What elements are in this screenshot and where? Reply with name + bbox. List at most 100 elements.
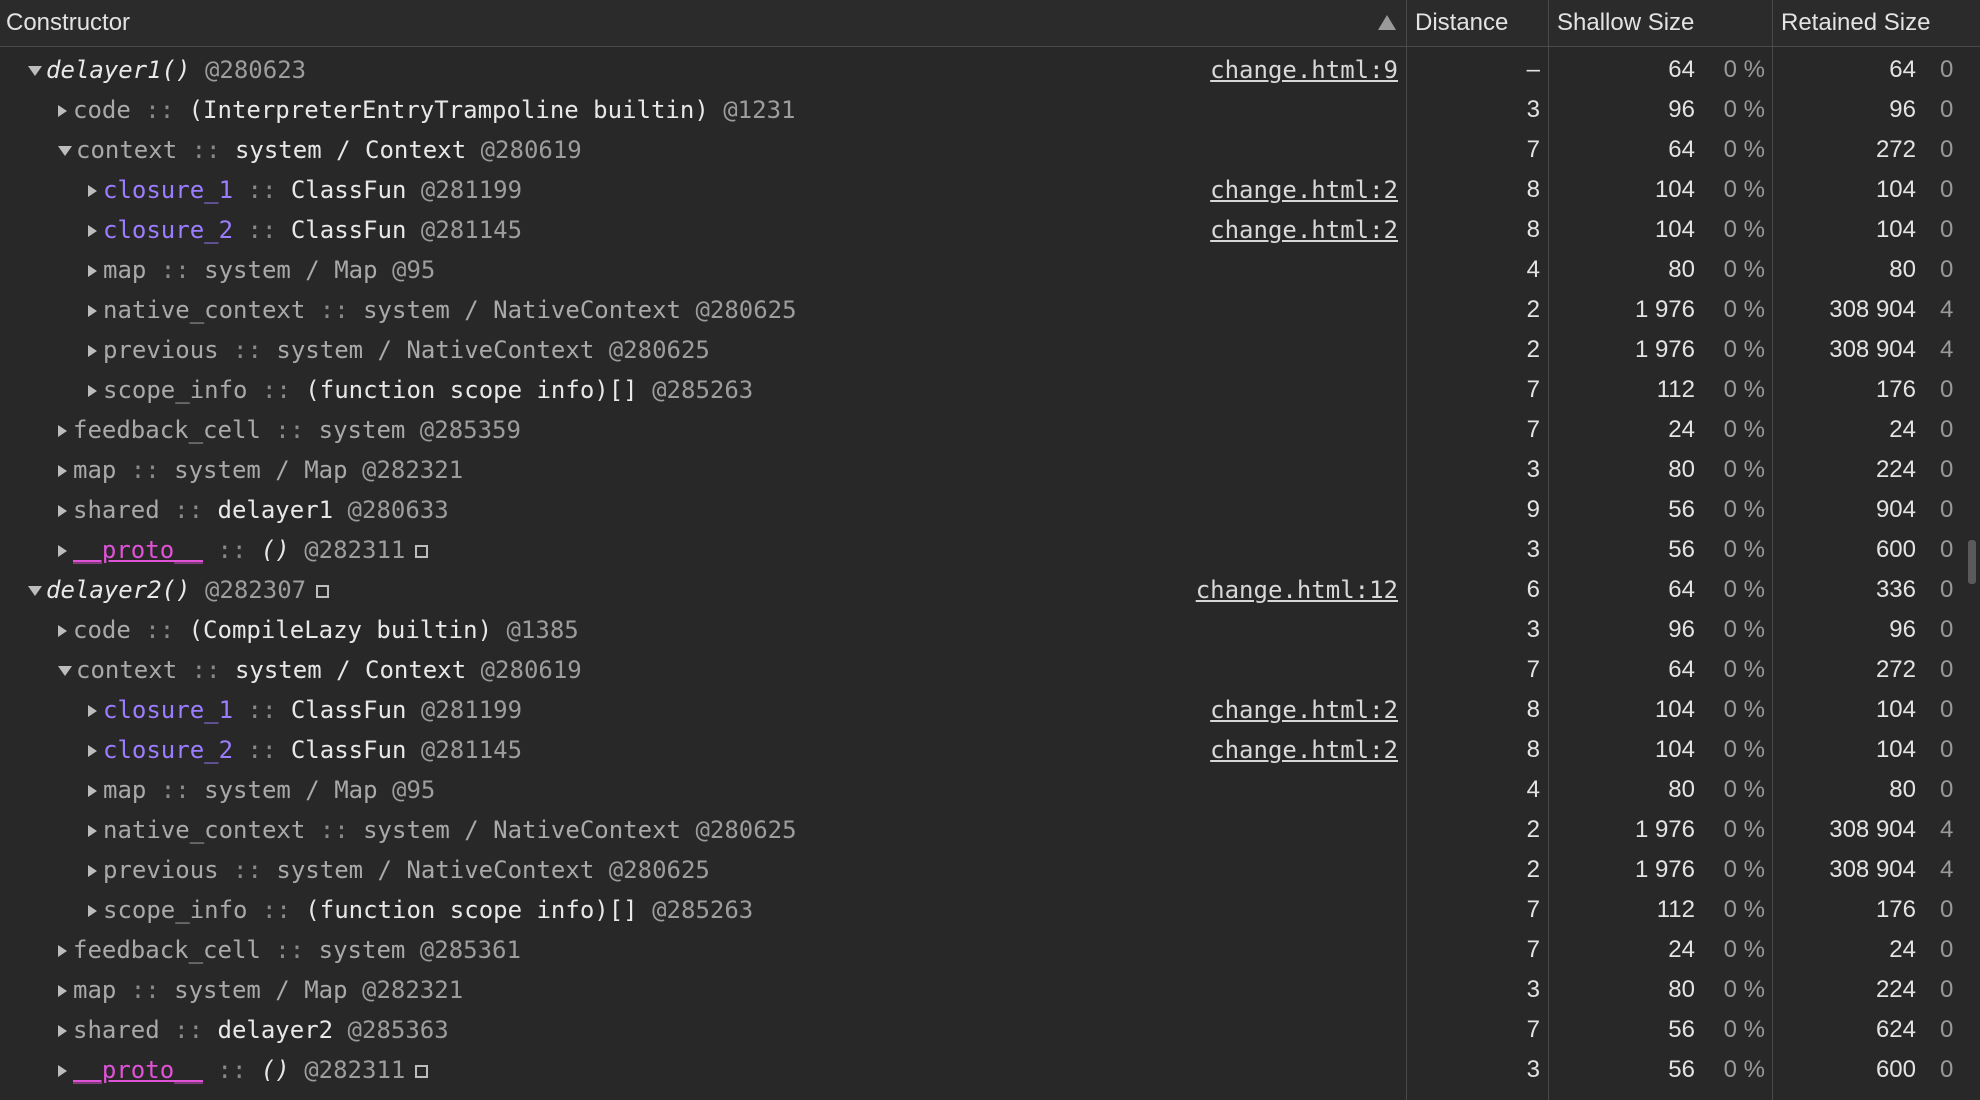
collapsed-triangle-icon[interactable] <box>58 465 67 477</box>
column-header-shallow-size[interactable]: Shallow Size <box>1549 0 1772 46</box>
table-row[interactable]: scope_info :: (function scope info)[] @2… <box>0 370 1980 410</box>
table-row[interactable]: shared :: delayer1 @280633 9 56 0 % 904 0 <box>0 490 1980 530</box>
collapsed-triangle-icon[interactable] <box>88 705 97 717</box>
collapsed-triangle-icon[interactable] <box>58 425 67 437</box>
table-row[interactable]: map :: system / Map @95 4 80 0 % 80 0 <box>0 250 1980 290</box>
collapsed-triangle-icon[interactable] <box>88 785 97 797</box>
table-row[interactable]: map :: system / Map @282321 3 80 0 % 224 0 <box>0 970 1980 1010</box>
column-header-retained-size-label: Retained Size <box>1781 9 1931 36</box>
table-row[interactable]: closure_1 :: ClassFun @281199 change.html… <box>0 170 1980 210</box>
collapsed-triangle-icon[interactable] <box>58 985 67 997</box>
scrollbar-thumb[interactable] <box>1968 540 1976 584</box>
object-id: @282321 <box>362 976 464 1004</box>
collapsed-triangle-icon[interactable] <box>58 1065 67 1077</box>
table-row[interactable]: closure_1 :: ClassFun @281199 change.html… <box>0 690 1980 730</box>
table-row[interactable]: map :: system / Map @282321 3 80 0 % 224 0 <box>0 450 1980 490</box>
edge-separator: :: <box>218 856 277 884</box>
constructor-cell: code :: (InterpreterEntryTrampoline buil… <box>0 90 1400 130</box>
object-id: @285263 <box>652 896 754 924</box>
table-row[interactable]: context :: system / Context @280619 7 64 0 … <box>0 650 1980 690</box>
collapsed-triangle-icon[interactable] <box>88 225 97 237</box>
collapsed-triangle-icon[interactable] <box>88 385 97 397</box>
collapsed-triangle-icon[interactable] <box>88 905 97 917</box>
distance-cell: 7 <box>1526 416 1540 443</box>
table-row[interactable]: feedback_cell :: system @285359 7 24 0 % 24 0 <box>0 410 1980 450</box>
source-location-link[interactable]: change.html:12 <box>1196 570 1398 610</box>
sort-ascending-icon[interactable] <box>1378 15 1396 30</box>
column-header-distance[interactable]: Distance <box>1407 0 1548 46</box>
distance-cell: 7 <box>1526 656 1540 683</box>
collapsed-triangle-icon[interactable] <box>88 865 97 877</box>
node-name[interactable]: __proto__ <box>73 536 203 564</box>
column-header-retained-size[interactable]: Retained Size <box>1773 0 1980 46</box>
source-location-link[interactable]: change.html:2 <box>1210 210 1398 250</box>
table-row[interactable]: closure_2 :: ClassFun @281145 change.html… <box>0 730 1980 770</box>
constructor-cell: map :: system / Map @282321 <box>0 450 1400 490</box>
collapsed-triangle-icon[interactable] <box>88 825 97 837</box>
shallow-size-cell: 80 <box>1668 456 1695 483</box>
distance-cell: 4 <box>1526 256 1540 283</box>
shallow-size-cell: 56 <box>1668 1016 1695 1043</box>
collapsed-triangle-icon[interactable] <box>58 105 67 117</box>
column-header-constructor-label: Constructor <box>6 9 131 36</box>
collapsed-triangle-icon[interactable] <box>58 505 67 517</box>
retained-size-cell: 24 <box>1889 936 1916 963</box>
object-id: @280625 <box>695 296 797 324</box>
collapsed-triangle-icon[interactable] <box>88 345 97 357</box>
node-name[interactable]: closure_2 <box>103 736 233 764</box>
table-row[interactable]: map :: system / Map @95 4 80 0 % 80 0 <box>0 770 1980 810</box>
collapsed-triangle-icon[interactable] <box>58 625 67 637</box>
distance-cell: 3 <box>1526 96 1540 123</box>
node-type: ClassFun <box>290 736 407 764</box>
source-location-link[interactable]: change.html:2 <box>1210 690 1398 730</box>
collapsed-triangle-icon[interactable] <box>58 545 67 557</box>
distance-cell: – <box>1526 56 1540 83</box>
collapsed-triangle-icon[interactable] <box>88 185 97 197</box>
expanded-triangle-icon[interactable] <box>58 146 72 156</box>
shallow-size-percent: 0 % <box>1723 56 1765 83</box>
edge-separator: :: <box>260 416 319 444</box>
table-row[interactable]: previous :: system / NativeContext @2806… <box>0 330 1980 370</box>
table-row[interactable]: scope_info :: (function scope info)[] @2… <box>0 890 1980 930</box>
table-row[interactable]: native_context :: system / NativeContext… <box>0 810 1980 850</box>
table-row[interactable]: feedback_cell :: system @285361 7 24 0 % 24 0 <box>0 930 1980 970</box>
distance-cell: 3 <box>1526 536 1540 563</box>
distance-cell: 7 <box>1526 376 1540 403</box>
object-id: @285363 <box>347 1016 449 1044</box>
retained-size-percent: 0 <box>1940 176 1954 203</box>
node-name[interactable]: closure_1 <box>103 696 233 724</box>
collapsed-triangle-icon[interactable] <box>88 745 97 757</box>
expanded-triangle-icon[interactable] <box>28 66 42 76</box>
table-row[interactable]: context :: system / Context @280619 7 64 0 … <box>0 130 1980 170</box>
source-location-link[interactable]: change.html:2 <box>1210 170 1398 210</box>
retained-size-percent: 0 <box>1940 656 1954 683</box>
node-name[interactable]: __proto__ <box>73 1056 203 1084</box>
table-row[interactable]: delayer2() @282307 change.html:12 6 64 0 % 33… <box>0 570 1980 610</box>
table-row[interactable]: __proto__ :: () @282311 3 56 0 % 600 0 <box>0 530 1980 570</box>
collapsed-triangle-icon[interactable] <box>88 265 97 277</box>
shallow-size-percent: 0 % <box>1723 416 1765 443</box>
table-row[interactable]: __proto__ :: () @282311 3 56 0 % 600 0 <box>0 1050 1980 1090</box>
retained-size-cell: 104 <box>1875 736 1916 763</box>
table-row[interactable]: closure_2 :: ClassFun @281145 change.html… <box>0 210 1980 250</box>
node-name[interactable]: closure_2 <box>103 216 233 244</box>
source-location-link[interactable]: change.html:2 <box>1210 730 1398 770</box>
collapsed-triangle-icon[interactable] <box>88 305 97 317</box>
table-row[interactable]: native_context :: system / NativeContext… <box>0 290 1980 330</box>
table-row[interactable]: previous :: system / NativeContext @2806… <box>0 850 1980 890</box>
column-header-constructor[interactable]: Constructor <box>0 0 1406 46</box>
source-location-link[interactable]: change.html:9 <box>1210 50 1398 90</box>
collapsed-triangle-icon[interactable] <box>58 1025 67 1037</box>
node-name[interactable]: closure_1 <box>103 176 233 204</box>
table-row[interactable]: delayer1() @280623 change.html:9 – 64 0 % 64 0 <box>0 50 1980 90</box>
table-row[interactable]: shared :: delayer2 @285363 7 56 0 % 624 0 <box>0 1010 1980 1050</box>
collapsed-triangle-icon[interactable] <box>58 945 67 957</box>
edge-separator: :: <box>203 536 261 564</box>
object-id: @280619 <box>480 656 582 684</box>
table-row[interactable]: code :: (InterpreterEntryTrampoline buil… <box>0 90 1980 130</box>
expanded-triangle-icon[interactable] <box>28 586 42 596</box>
retained-size-percent: 0 <box>1940 616 1954 643</box>
detached-square-icon <box>415 1064 429 1078</box>
table-row[interactable]: code :: (CompileLazy builtin) @1385 3 96 0 … <box>0 610 1980 650</box>
expanded-triangle-icon[interactable] <box>58 666 72 676</box>
